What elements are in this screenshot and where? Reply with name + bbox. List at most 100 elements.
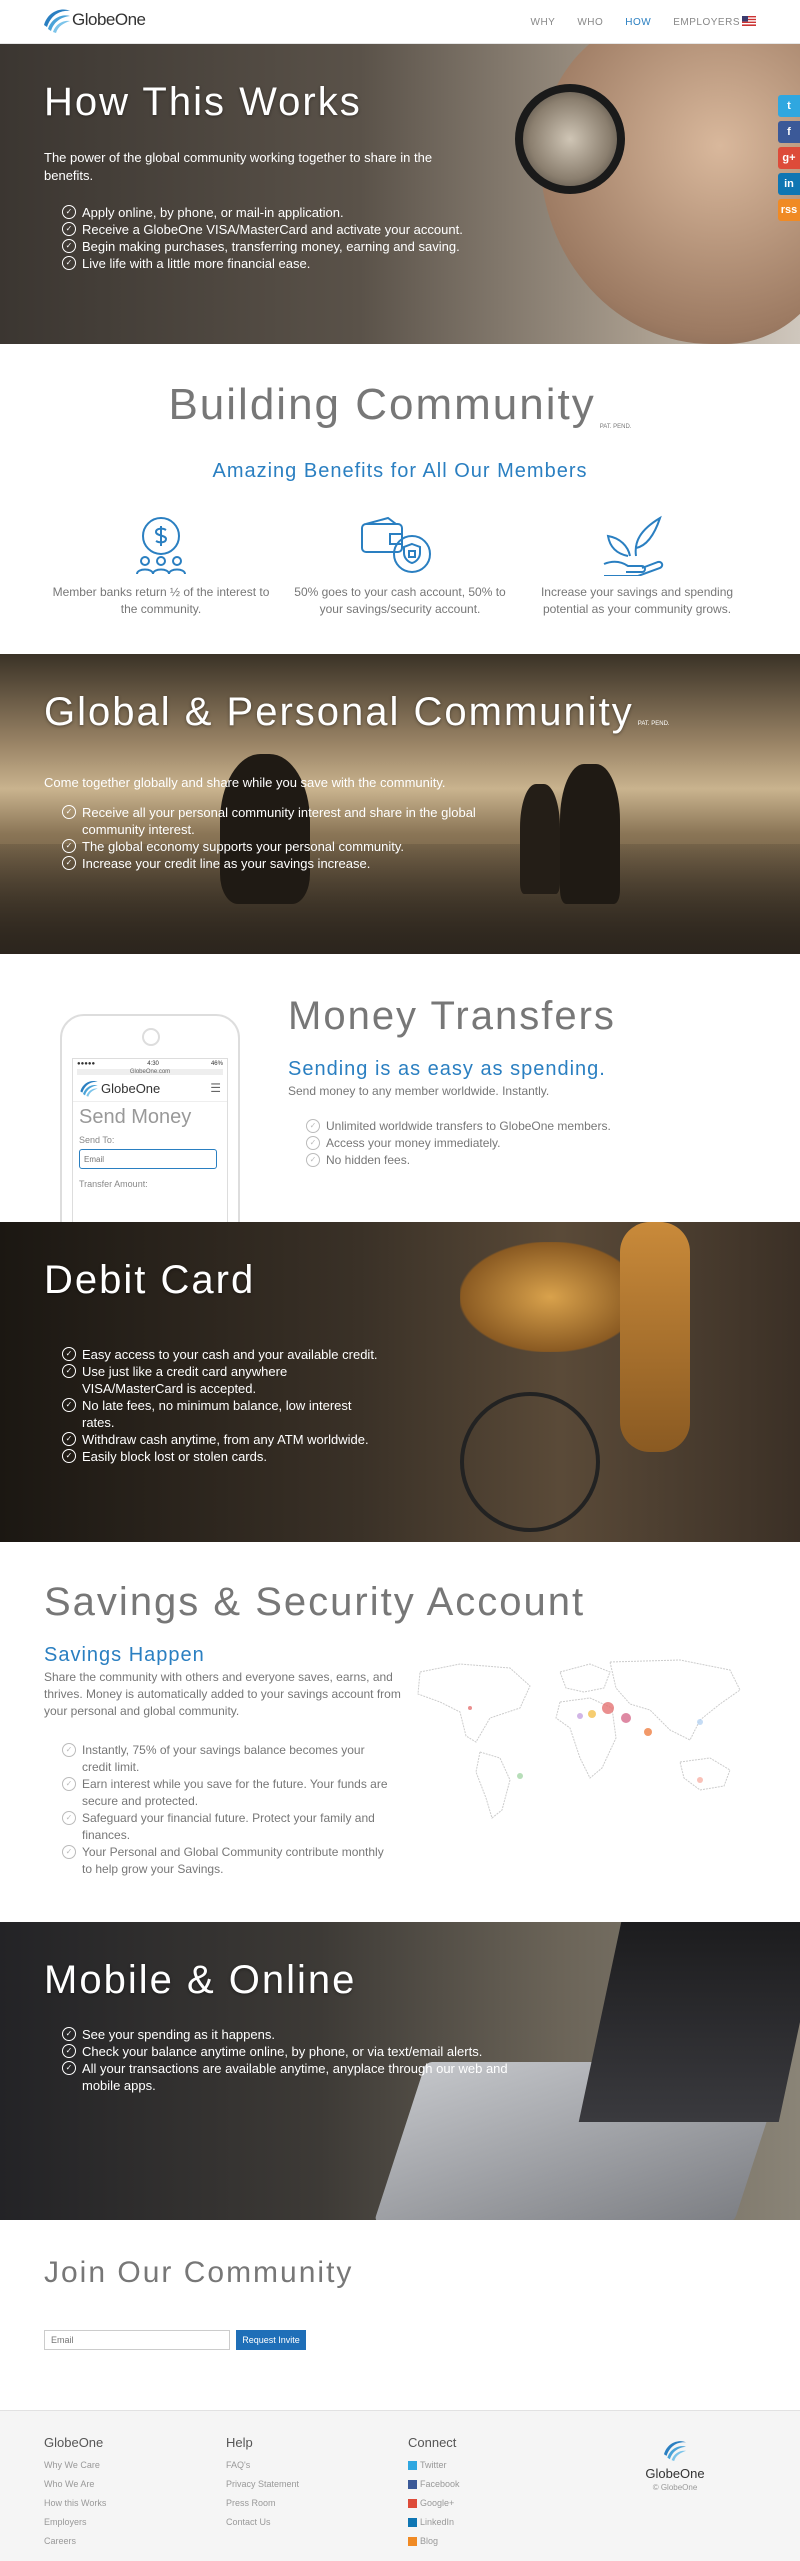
join-title: Join Our Community — [44, 2256, 354, 2289]
footer-link[interactable]: How this Works — [44, 2494, 106, 2513]
footer-link[interactable]: Who We Are — [44, 2475, 106, 2494]
hamburger-icon[interactable]: ☰ — [210, 1081, 221, 1095]
list-item: Receive all your personal community inte… — [62, 804, 502, 838]
list-item: Withdraw cash anytime, from any ATM worl… — [62, 1431, 382, 1448]
debit-section: Debit Card Easy access to your cash and … — [0, 1222, 800, 1542]
footer-col-help: Help FAQ's Privacy Statement Press Room … — [226, 2435, 299, 2532]
footer-link[interactable]: Employers — [44, 2513, 106, 2532]
nav-links: WHY WHO HOW EMPLOYERS — [531, 17, 741, 28]
hero-title: How This Works — [44, 80, 362, 124]
rss-icon[interactable]: rss — [778, 199, 800, 221]
footer: GlobeOne Why We Care Who We Are How this… — [0, 2410, 800, 2561]
phone-logo: GlobeOne — [101, 1080, 161, 1096]
footer-link[interactable]: Careers — [44, 2532, 106, 2551]
footer-link[interactable]: FAQ's — [226, 2456, 299, 2475]
phone-screen-title: Send Money — [79, 1106, 192, 1128]
footer-link[interactable]: Contact Us — [226, 2513, 299, 2532]
phone-screen: ●●●●● 4:30 46% GlobeOne.com GlobeOne ☰ Sen… — [72, 1058, 228, 1222]
nav-why[interactable]: WHY — [531, 17, 556, 28]
send-to-label: Send To: — [79, 1135, 115, 1145]
footer-col-globeone: GlobeOne Why We Care Who We Are How this… — [44, 2435, 106, 2551]
footer-link-twitter[interactable]: Twitter — [408, 2456, 460, 2475]
copyright: © GlobeOne — [652, 2483, 698, 2492]
list-item: Safeguard your financial future. Protect… — [62, 1810, 392, 1844]
nav-employers[interactable]: EMPLOYERS — [673, 17, 740, 28]
savings-list: Instantly, 75% of your savings balance b… — [62, 1742, 392, 1878]
lens-image — [515, 84, 625, 194]
list-item: See your spending as it happens. — [62, 2026, 512, 2043]
phone-header: GlobeOne ☰ — [73, 1075, 227, 1102]
footer-link[interactable]: Why We Care — [44, 2456, 106, 2475]
benefit-text: Increase your savings and spending poten… — [540, 585, 734, 616]
footer-logo-text: GlobeOne — [645, 2466, 705, 2481]
list-item: Earn interest while you save for the fut… — [62, 1776, 392, 1810]
linkedin-icon — [408, 2518, 417, 2528]
debit-title: Debit Card — [44, 1258, 256, 1302]
bread-basket-image — [460, 1242, 640, 1352]
footer-heading: GlobeOne — [44, 2435, 104, 2450]
google-plus-icon — [408, 2499, 417, 2509]
footer-link-linkedin[interactable]: LinkedIn — [408, 2513, 460, 2532]
benefit-text: Member banks return ½ of the interest to… — [52, 585, 270, 616]
transfers-title: Money Transfers — [288, 994, 616, 1038]
twitter-icon[interactable]: t — [778, 95, 800, 117]
globe-swoosh-icon — [664, 2441, 686, 2461]
transfers-section: ●●●●● 4:30 46% GlobeOne.com GlobeOne ☰ Sen… — [0, 954, 800, 1222]
benefit-text: 50% goes to your cash account, 50% to yo… — [294, 585, 506, 616]
list-item: Apply online, by phone, or mail-in appli… — [62, 204, 532, 221]
us-flag-icon[interactable] — [742, 16, 756, 26]
list-item: Use just like a credit card anywhere VIS… — [62, 1363, 382, 1397]
list-item: Instantly, 75% of your savings balance b… — [62, 1742, 392, 1776]
global-title: Global & Personal Community PAT. PEND. — [44, 690, 670, 734]
linkedin-icon[interactable]: in — [778, 173, 800, 195]
mobile-list: See your spending as it happens. Check y… — [62, 2026, 512, 2094]
rider-image — [620, 1222, 690, 1452]
global-lead: Come together globally and share while y… — [44, 775, 446, 790]
footer-heading: Connect — [408, 2435, 457, 2450]
list-item: Check your balance anytime online, by ph… — [62, 2043, 512, 2060]
join-email-input[interactable] — [44, 2330, 230, 2350]
transfers-list: Unlimited worldwide transfers to GlobeOn… — [306, 1118, 666, 1169]
top-navbar: GlobeOne WHY WHO HOW EMPLOYERS — [0, 0, 800, 44]
nav-who[interactable]: WHO — [577, 17, 603, 28]
footer-link-facebook[interactable]: Facebook — [408, 2475, 460, 2494]
request-invite-button[interactable]: Request Invite — [236, 2330, 306, 2350]
transfers-lead: Send money to any member worldwide. Inst… — [288, 1084, 550, 1098]
footer-link-blog[interactable]: Blog — [408, 2532, 460, 2551]
wallet-shield-icon — [361, 516, 431, 573]
savings-subtitle: Savings Happen — [44, 1644, 205, 1666]
google-plus-icon[interactable]: g+ — [778, 147, 800, 169]
phone-email-input[interactable] — [79, 1149, 217, 1169]
footer-link-google[interactable]: Google+ — [408, 2494, 460, 2513]
nav-how[interactable]: HOW — [625, 17, 651, 28]
footer-link[interactable]: Press Room — [226, 2494, 299, 2513]
globeone-logo[interactable]: GlobeOne — [42, 7, 146, 33]
laptop-screen-image — [578, 1922, 800, 2122]
footer-link[interactable]: Privacy Statement — [226, 2475, 299, 2494]
list-item: No late fees, no minimum balance, low in… — [62, 1397, 382, 1431]
globe-swoosh-icon — [80, 1081, 98, 1097]
social-sidebar: t f g+ in rss — [778, 95, 800, 221]
global-section: Global & Personal Community PAT. PEND. Co… — [0, 654, 800, 954]
phone-camera — [142, 1028, 160, 1046]
savings-lead: Share the community with others and ever… — [44, 1670, 401, 1718]
phone-statusbar: ●●●●● 4:30 46% — [77, 1061, 223, 1067]
footer-logo[interactable]: GlobeOne © GlobeOne — [630, 2439, 720, 2492]
globe-swoosh-icon — [44, 9, 70, 33]
footer-heading: Help — [226, 2435, 253, 2450]
list-item: Easily block lost or stolen cards. — [62, 1448, 382, 1465]
list-item: Live life with a little more financial e… — [62, 255, 532, 272]
child-silhouette — [520, 784, 560, 894]
list-item: The global economy supports your persona… — [62, 838, 502, 855]
hero-lead: The power of the global community workin… — [44, 150, 433, 183]
join-section: Join Our Community Request Invite — [0, 2220, 800, 2410]
list-item: No hidden fees. — [306, 1152, 666, 1169]
list-item: Unlimited worldwide transfers to GlobeOn… — [306, 1118, 666, 1135]
bike-wheel-image — [460, 1392, 600, 1532]
debit-list: Easy access to your cash and your availa… — [62, 1346, 382, 1465]
community-subtitle: Amazing Benefits for All Our Members — [212, 460, 588, 482]
transfer-amount-label: Transfer Amount: — [79, 1179, 148, 1189]
hero-steps: Apply online, by phone, or mail-in appli… — [62, 204, 532, 272]
facebook-icon[interactable]: f — [778, 121, 800, 143]
list-item: Your Personal and Global Community contr… — [62, 1844, 392, 1878]
